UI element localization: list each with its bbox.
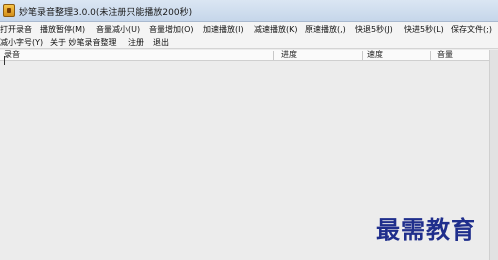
column-divider[interactable]	[430, 51, 431, 60]
menu-save-file[interactable]: 保存文件(;)	[451, 24, 492, 36]
menu-volume-down[interactable]: 音量减小(U)	[96, 24, 140, 36]
column-speed[interactable]: 速度	[367, 50, 383, 60]
menu-register[interactable]: 注册	[128, 37, 144, 49]
menu-open-recording[interactable]: 打开录音	[0, 24, 32, 36]
menu-exit[interactable]: 退出	[153, 37, 169, 49]
menu-normal-speed[interactable]: 原速播放(,)	[305, 24, 346, 36]
menu-rewind-5s[interactable]: 快退5秒(J)	[355, 24, 393, 36]
column-volume[interactable]: 音量	[437, 50, 453, 60]
text-cursor-icon	[4, 56, 5, 65]
menu-speed-up[interactable]: 加速播放(I)	[203, 24, 244, 36]
column-recording[interactable]: 录音	[4, 50, 20, 60]
list-header: 录音 进度 速度 音量	[0, 50, 489, 61]
menu-forward-5s[interactable]: 快进5秒(L)	[404, 24, 444, 36]
window-title: 妙笔录音整理3.0.0(未注册只能播放200秒)	[19, 8, 193, 18]
menu-bar: 打开录音 播放暂停(M) 音量减小(U) 音量增加(O) 加速播放(I) 减速播…	[0, 22, 498, 49]
menu-volume-up[interactable]: 音量增加(O)	[149, 24, 194, 36]
column-divider[interactable]	[273, 51, 274, 60]
menu-about[interactable]: 关于 妙笔录音整理	[50, 37, 117, 49]
menu-slow-down[interactable]: 减速播放(K)	[254, 24, 298, 36]
menu-row-2: 减小字号(Y) 关于 妙笔录音整理 注册 退出	[0, 37, 498, 49]
watermark-logo: 最需教育	[376, 215, 476, 244]
vertical-scrollbar[interactable]	[489, 50, 498, 260]
title-bar: 妙笔录音整理3.0.0(未注册只能播放200秒)	[0, 0, 498, 22]
app-icon	[3, 4, 15, 17]
menu-row-1: 打开录音 播放暂停(M) 音量减小(U) 音量增加(O) 加速播放(I) 减速播…	[0, 24, 498, 36]
column-progress[interactable]: 进度	[281, 50, 297, 60]
menu-decrease-font[interactable]: 减小字号(Y)	[0, 37, 43, 49]
menu-play-pause[interactable]: 播放暂停(M)	[40, 24, 85, 36]
column-divider[interactable]	[362, 51, 363, 60]
